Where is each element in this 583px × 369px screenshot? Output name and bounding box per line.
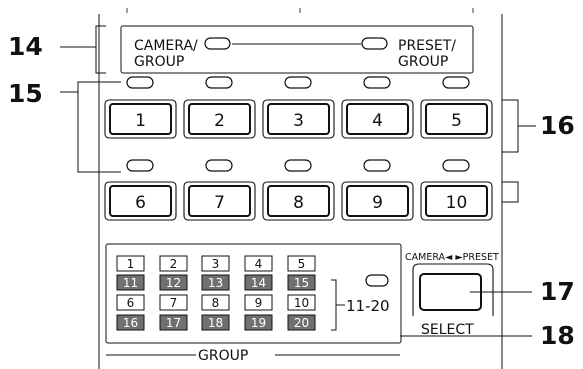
indicator-9 (363, 159, 391, 172)
group-cell-label-8: 8 (212, 296, 220, 310)
group-cell-label-2: 2 (170, 257, 178, 271)
preset-group-label-line1: PRESET/ (398, 38, 456, 54)
preset-group-indicator (361, 37, 388, 50)
indicator-5 (442, 76, 470, 89)
camera-group-label-line2: GROUP (134, 54, 184, 70)
indicator-8 (284, 159, 312, 172)
callout-14-bracket (95, 25, 106, 74)
button-label-1: 1 (135, 111, 146, 131)
group-cell-label-10: 10 (294, 296, 309, 310)
group-cell-label-11: 11 (123, 276, 138, 290)
group-cell-label-1: 1 (127, 257, 135, 271)
group-cell-label-13: 13 (208, 276, 223, 290)
callout-16: 16 (540, 111, 575, 140)
indicator-2 (205, 76, 233, 89)
group-cell-label-12: 12 (166, 276, 181, 290)
camera-group-indicator (204, 37, 231, 50)
indicator-3 (284, 76, 312, 89)
group-cell-label-5: 5 (298, 257, 306, 271)
indicator-7 (205, 159, 233, 172)
button-label-8: 8 (293, 193, 304, 213)
group-cell-label-6: 6 (127, 296, 135, 310)
group-cell-label-17: 17 (166, 316, 181, 330)
callout-14: 14 (8, 32, 43, 61)
button-label-6: 6 (135, 193, 146, 213)
button-label-10: 10 (446, 193, 468, 213)
group-range-bracket (331, 279, 345, 331)
group-cell-label-7: 7 (170, 296, 178, 310)
indicator-10 (442, 159, 470, 172)
camera-buttons: 1 2 3 4 5 6 7 8 9 10 (104, 76, 493, 221)
callout-18: 18 (540, 321, 575, 350)
group-cell-label-14: 14 (251, 276, 266, 290)
select-mode-label: CAMERA◄ ►PRESET (405, 252, 499, 263)
callout-15: 15 (8, 79, 43, 108)
callout-16-bracket-bottom (502, 181, 519, 203)
group-cell-label-3: 3 (212, 257, 220, 271)
button-label-5: 5 (451, 111, 462, 131)
button-label-4: 4 (372, 111, 383, 131)
callout-17: 17 (540, 277, 575, 306)
control-panel-diagram: CAMERA/ GROUP PRESET/ GROUP 1 2 3 4 56 7 8 9 10 … (8, 8, 575, 369)
group-cell-label-4: 4 (255, 257, 263, 271)
button-label-9: 9 (372, 193, 383, 213)
indicator-4 (363, 76, 391, 89)
group-cell-label-19: 19 (251, 316, 266, 330)
group-cell-label-15: 15 (294, 276, 309, 290)
group-cell-label-9: 9 (255, 296, 263, 310)
group-cell-label-18: 18 (208, 316, 223, 330)
group-grid: 1 2 3 4 511 12 13 14 156 7 8 9 1016 17 18 19 20 (116, 255, 316, 331)
preset-group-label-line2: GROUP (398, 54, 448, 70)
group-cell-label-20: 20 (294, 316, 309, 330)
callout-16-bracket-top (502, 99, 519, 153)
button-label-2: 2 (214, 111, 225, 131)
button-label-7: 7 (214, 193, 225, 213)
group-cell-label-16: 16 (123, 316, 138, 330)
camera-group-label-line1: CAMERA/ (134, 38, 198, 54)
group-range-label: 11-20 (346, 297, 390, 315)
group-range-indicator (365, 274, 389, 287)
group-label: GROUP (198, 348, 248, 364)
indicator-6 (126, 159, 154, 172)
button-label-3: 3 (293, 111, 304, 131)
indicator-1 (126, 76, 154, 89)
